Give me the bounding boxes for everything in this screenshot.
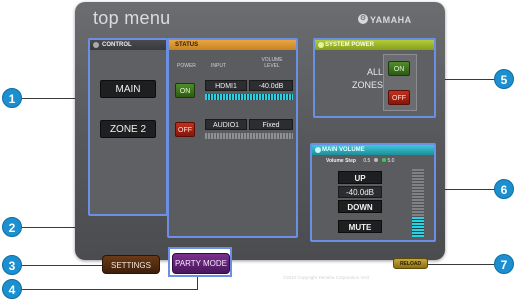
radio-selected-icon[interactable] — [382, 158, 387, 162]
input-column-header: INPUT — [211, 63, 226, 69]
callout-line-7 — [428, 264, 496, 265]
main-volume-meter — [205, 94, 293, 100]
zone2-power-off-button[interactable]: OFF — [175, 122, 195, 137]
main-zone-button[interactable]: MAIN — [100, 80, 156, 98]
callout-7: 7 — [494, 254, 514, 274]
callout-line-6 — [436, 189, 496, 190]
volume-step-row: Volume Step 0.5 5.0 — [326, 158, 394, 164]
main-volume-header: MAIN VOLUME — [312, 145, 434, 155]
callout-6: 6 — [494, 179, 514, 199]
callout-line-3 — [20, 265, 104, 266]
callout-line-4-v — [197, 275, 198, 289]
volume-step-label: Volume Step — [326, 158, 356, 164]
volume-level-fill — [412, 217, 424, 237]
main-power-on-button[interactable]: ON — [175, 83, 195, 98]
system-power-header: SYSTEM POWER — [315, 40, 434, 50]
control-header: CONTROL — [90, 40, 166, 50]
callout-3: 3 — [2, 255, 22, 275]
system-power-section: SYSTEM POWER ALL ZONES ON OFF — [313, 38, 436, 118]
mute-button[interactable]: MUTE — [338, 220, 382, 233]
system-power-header-label: SYSTEM POWER — [325, 42, 375, 48]
copyright-text: ©2010 Copyright Yamaha Corporation Visit… — [283, 275, 409, 280]
power-column-header: POWER — [177, 63, 196, 69]
reload-button[interactable]: RELOAD — [393, 258, 428, 269]
volume-down-button[interactable]: DOWN — [338, 200, 382, 213]
status-section: STATUS POWER INPUT VOLUME LEVEL ON HDMI1… — [167, 38, 298, 238]
callout-line-4-h — [20, 289, 198, 290]
control-section: CONTROL MAIN ZONE 2 — [88, 38, 168, 216]
party-mode-button[interactable]: PARTY MODE — [172, 253, 230, 274]
yamaha-website-link[interactable]: www.yamaha.com — [372, 275, 409, 280]
status-header: STATUS — [169, 40, 296, 50]
main-volume-display: -40.0dB — [338, 186, 382, 198]
main-volume-header-label: MAIN VOLUME — [322, 147, 365, 153]
main-volume-value: -40.0dB — [249, 80, 293, 91]
section-dot-icon — [315, 147, 321, 153]
control-header-label: CONTROL — [102, 42, 132, 48]
radio-unselected-icon[interactable] — [373, 158, 378, 162]
zone2-input-value: AUDIO1 — [205, 119, 247, 130]
brand-name: YAMAHA — [370, 15, 412, 25]
section-dot-icon — [318, 42, 324, 48]
all-zones-label-line2: ZONES — [351, 80, 383, 90]
callout-1: 1 — [2, 88, 22, 108]
zone2-button[interactable]: ZONE 2 — [100, 120, 156, 138]
callout-2: 2 — [2, 217, 22, 237]
all-zones-on-button[interactable]: ON — [388, 61, 410, 76]
page-title: top menu — [93, 8, 171, 28]
settings-button[interactable]: SETTINGS — [102, 255, 160, 274]
volume-column-header: VOLUME LEVEL — [261, 57, 283, 69]
zone2-volume-meter — [205, 133, 293, 139]
main-volume-section: MAIN VOLUME Volume Step 0.5 5.0 UP -40.0… — [310, 143, 436, 242]
copyright-label: ©2010 Copyright Yamaha Corporation Visit — [283, 275, 369, 280]
callout-5: 5 — [494, 69, 514, 89]
volume-step-option-5-0[interactable]: 5.0 — [387, 158, 394, 164]
main-input-value: HDMI1 — [205, 80, 247, 91]
all-zones-off-button[interactable]: OFF — [388, 90, 410, 105]
callout-line-5 — [436, 79, 496, 80]
all-zones-label-line1: ALL — [366, 67, 383, 77]
all-zones-label: ALL ZONES — [315, 66, 383, 92]
party-mode-highlight: PARTY MODE — [168, 247, 232, 277]
volume-up-button[interactable]: UP — [338, 171, 382, 184]
section-dot-icon — [93, 42, 99, 48]
zone2-volume-value: Fixed — [249, 119, 293, 130]
callout-4: 4 — [2, 279, 22, 299]
volume-step-option-0-5[interactable]: 0.5 — [363, 158, 370, 164]
yamaha-logo-icon: ⚙ — [358, 14, 368, 24]
